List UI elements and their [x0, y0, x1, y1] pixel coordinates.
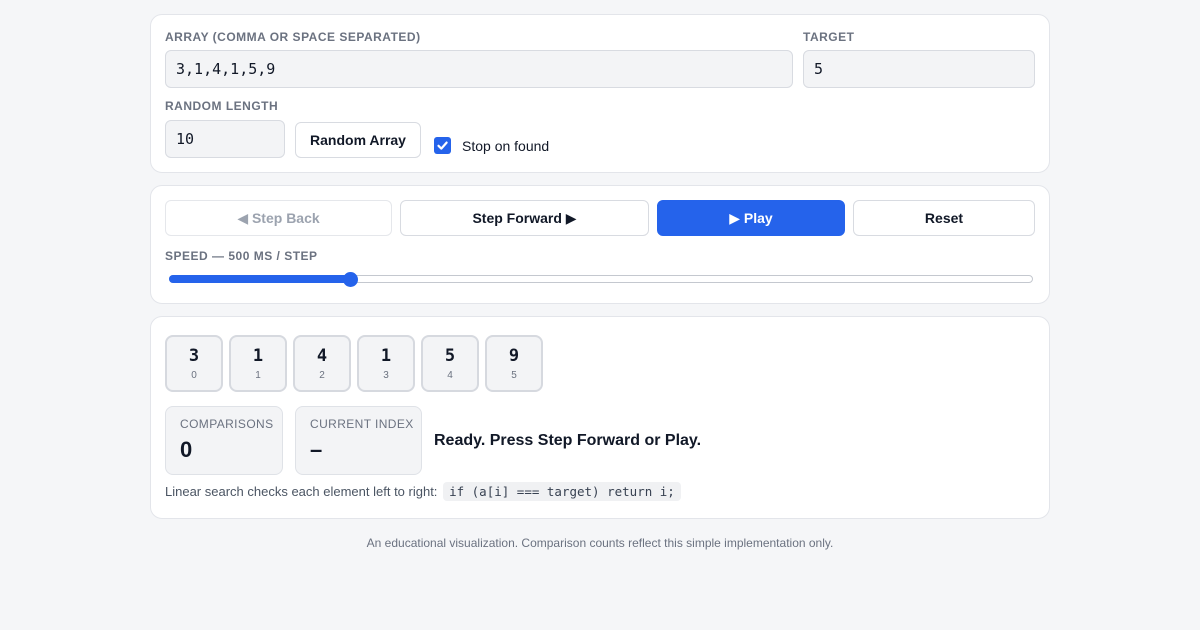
array-cell: 4 2 — [293, 335, 351, 392]
stop-on-found-label[interactable]: Stop on found — [462, 138, 549, 154]
explanation: Linear search checks each element left t… — [165, 482, 681, 501]
checkmark-icon — [437, 141, 448, 150]
current-index-label: CURRENT INDEX — [310, 417, 414, 431]
stop-on-found-checkbox[interactable] — [434, 137, 451, 154]
comparisons-label: COMPARISONS — [180, 417, 274, 431]
speed-label: SPEED — 500 MS / STEP — [165, 249, 318, 263]
array-cell: 9 5 — [485, 335, 543, 392]
random-array-button[interactable]: Random Array — [295, 122, 421, 158]
cell-value: 4 — [316, 346, 328, 366]
comparisons-value: 0 — [180, 437, 193, 462]
controls-panel: ◀ Step Back Step Forward ▶ ▶ Play Reset … — [150, 185, 1050, 304]
status-message: Ready. Press Step Forward or Play. — [434, 432, 702, 449]
speed-slider[interactable] — [169, 272, 1033, 287]
array-cell: 3 0 — [165, 335, 223, 392]
cell-value: 1 — [380, 346, 392, 366]
random-length-label: RANDOM LENGTH — [165, 99, 279, 113]
random-length-input[interactable]: 10 — [165, 120, 285, 158]
footer-note: An educational visualization. Comparison… — [366, 536, 834, 550]
target-input[interactable]: 5 — [803, 50, 1035, 88]
cell-value: 3 — [188, 346, 200, 366]
target-label: TARGET — [803, 30, 855, 44]
cell-index: 2 — [319, 370, 325, 381]
step-back-button[interactable]: ◀ Step Back — [165, 200, 392, 236]
cell-index: 4 — [447, 370, 453, 381]
cell-index: 5 — [511, 370, 517, 381]
cell-index: 3 — [383, 370, 389, 381]
array-cell: 5 4 — [421, 335, 479, 392]
play-button[interactable]: ▶ Play — [657, 200, 845, 236]
array-label: ARRAY (COMMA OR SPACE SEPARATED) — [165, 30, 421, 44]
step-forward-button[interactable]: Step Forward ▶ — [400, 200, 649, 236]
input-panel: ARRAY (COMMA OR SPACE SEPARATED) 3,1,4,1… — [150, 14, 1050, 173]
array-cell: 1 3 — [357, 335, 415, 392]
cell-value: 1 — [252, 346, 264, 366]
array-cell: 1 1 — [229, 335, 287, 392]
array-input[interactable]: 3,1,4,1,5,9 — [165, 50, 793, 88]
slider-thumb[interactable] — [343, 272, 358, 287]
explanation-text: Linear search checks each element left t… — [165, 484, 438, 499]
current-index-stat: CURRENT INDEX – — [295, 406, 422, 475]
slider-fill — [169, 275, 350, 283]
cell-value: 9 — [508, 346, 520, 366]
reset-button[interactable]: Reset — [853, 200, 1035, 236]
cell-index: 1 — [255, 370, 261, 381]
code-snippet: if (a[i] === target) return i; — [443, 482, 681, 501]
current-index-value: – — [310, 437, 323, 462]
comparisons-stat: COMPARISONS 0 — [165, 406, 283, 475]
cell-value: 5 — [444, 346, 456, 366]
visualization-panel: 3 0 1 1 4 2 1 3 5 4 9 5 COMPARISONS 0 CU… — [150, 316, 1050, 519]
cell-index: 0 — [191, 370, 197, 381]
